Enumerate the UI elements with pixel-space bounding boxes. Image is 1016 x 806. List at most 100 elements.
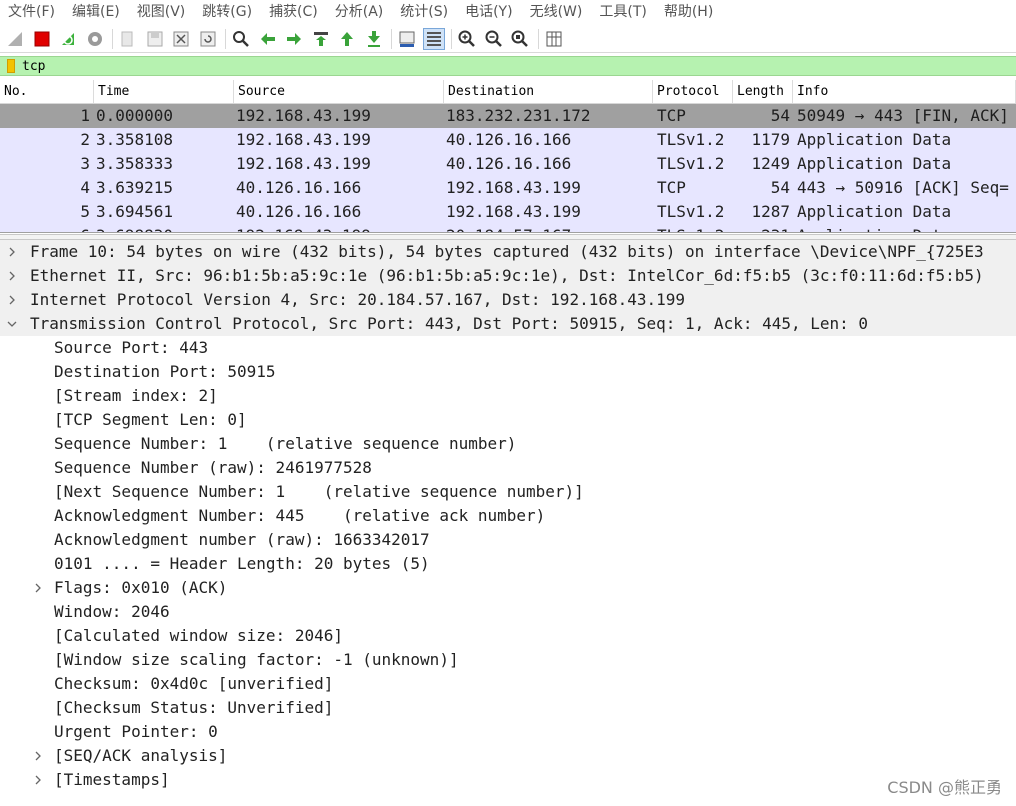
open-file-icon[interactable] <box>117 28 139 50</box>
detail-field-item[interactable]: [Window size scaling factor: -1 (unknown… <box>0 648 1016 672</box>
resize-columns-icon[interactable] <box>543 28 565 50</box>
reload-file-icon[interactable] <box>197 28 219 50</box>
packet-no-cell: 1 <box>80 106 90 125</box>
chevron-right-icon[interactable] <box>6 288 18 312</box>
detail-top-level-item[interactable]: Internet Protocol Version 4, Src: 20.184… <box>0 288 1016 312</box>
detail-text: [Window size scaling factor: -1 (unknown… <box>54 650 459 669</box>
chevron-right-icon[interactable] <box>6 240 18 264</box>
packet-row[interactable]: 4 3.639215 40.126.16.166 192.168.43.199 TCP 5… <box>0 176 1016 200</box>
restart-capture-icon[interactable] <box>57 28 79 50</box>
packet-info-cell: Application Data <box>797 224 1016 232</box>
menu-item-0[interactable]: 文件(F) <box>0 0 64 24</box>
column-header-source[interactable]: Source <box>234 80 444 103</box>
detail-text: Urgent Pointer: 0 <box>54 722 218 741</box>
packet-row[interactable]: 2 3.358108 192.168.43.199 40.126.16.166 TLSv… <box>0 128 1016 152</box>
packet-row[interactable]: 3 3.358333 192.168.43.199 40.126.16.166 TLSv… <box>0 152 1016 176</box>
detail-field-item[interactable]: Flags: 0x010 (ACK) <box>0 576 1016 600</box>
detail-field-item[interactable]: Destination Port: 50915 <box>0 360 1016 384</box>
chevron-right-icon[interactable] <box>6 264 18 288</box>
toolbar-separator <box>537 28 539 49</box>
menu-item-1[interactable]: 编辑(E) <box>64 0 129 24</box>
menu-item-7[interactable]: 电话(Y) <box>457 0 521 24</box>
go-forward-icon[interactable] <box>283 28 305 50</box>
detail-field-item[interactable]: Window: 2046 <box>0 600 1016 624</box>
detail-field-item[interactable]: [Stream index: 2] <box>0 384 1016 408</box>
packet-source-cell: 192.168.43.199 <box>236 106 371 125</box>
menu-item-5[interactable]: 分析(A) <box>327 0 393 24</box>
packet-info-cell: 50949 → 443 [FIN, ACK] <box>797 106 1009 125</box>
chevron-right-icon[interactable] <box>32 768 44 792</box>
go-to-packet-icon[interactable] <box>310 28 332 50</box>
detail-text: Destination Port: 50915 <box>54 362 276 381</box>
detail-field-item[interactable]: Sequence Number: 1 (relative sequence nu… <box>0 432 1016 456</box>
menu-item-6[interactable]: 统计(S) <box>392 0 457 24</box>
menu-item-8[interactable]: 无线(W) <box>522 0 592 24</box>
packet-info-cell: 443 → 50916 [ACK] Seq= <box>797 178 1009 197</box>
detail-field-item[interactable]: [SEQ/ACK analysis] <box>0 744 1016 768</box>
autoscroll-icon[interactable] <box>396 28 418 50</box>
detail-field-item[interactable]: Source Port: 443 <box>0 336 1016 360</box>
column-header-no[interactable]: No. <box>0 80 94 103</box>
detail-field-item[interactable]: [Checksum Status: Unverified] <box>0 696 1016 720</box>
menu-item-3[interactable]: 跳转(G) <box>194 0 261 24</box>
detail-field-item[interactable]: Urgent Pointer: 0 <box>0 720 1016 744</box>
go-back-icon[interactable] <box>257 28 279 50</box>
packet-time-cell: 0.000000 <box>96 106 174 125</box>
detail-text: [Stream index: 2] <box>54 386 218 405</box>
packet-no-cell: 5 <box>80 202 90 221</box>
zoom-out-icon[interactable] <box>483 28 505 50</box>
detail-field-item[interactable]: [Next Sequence Number: 1 (relative seque… <box>0 480 1016 504</box>
shark-fin-start-icon[interactable] <box>4 28 26 50</box>
go-first-packet-icon[interactable] <box>336 28 358 50</box>
find-packet-icon[interactable] <box>230 28 252 50</box>
watermark: CSDN @熊正勇 <box>887 778 1002 797</box>
detail-text: Sequence Number (raw): 2461977528 <box>54 458 372 477</box>
zoom-in-icon[interactable] <box>456 28 478 50</box>
detail-field-item[interactable]: [TCP Segment Len: 0] <box>0 408 1016 432</box>
colorize-icon[interactable] <box>422 27 445 50</box>
packet-no-cell: 4 <box>80 178 90 197</box>
chevron-down-icon[interactable] <box>6 312 18 336</box>
menu-item-4[interactable]: 捕获(C) <box>261 0 327 24</box>
menu-item-2[interactable]: 视图(V) <box>129 0 195 24</box>
detail-field-item[interactable]: Checksum: 0x4d0c [unverified] <box>0 672 1016 696</box>
packet-list: No. Time Source Destination Protocol Length In… <box>0 80 1016 233</box>
detail-field-item[interactable]: Acknowledgment Number: 445 (relative ack… <box>0 504 1016 528</box>
chevron-right-icon[interactable] <box>32 744 44 768</box>
packet-protocol-cell: TLSv1.2 <box>657 130 725 149</box>
go-last-packet-icon[interactable] <box>363 28 385 50</box>
menu-item-9[interactable]: 工具(T) <box>591 0 655 24</box>
column-header-protocol[interactable]: Protocol <box>653 80 733 103</box>
stop-capture-icon[interactable] <box>31 28 53 50</box>
detail-text: Internet Protocol Version 4, Src: 20.184… <box>30 290 686 309</box>
detail-top-level-item[interactable]: Ethernet II, Src: 96:b1:5b:a5:9c:1e (96:… <box>0 264 1016 288</box>
packet-info-cell: Application Data <box>797 154 952 173</box>
save-file-icon[interactable] <box>144 28 166 50</box>
chevron-right-icon[interactable] <box>32 576 44 600</box>
menu-item-10[interactable]: 帮助(H) <box>656 0 722 24</box>
column-header-length[interactable]: Length <box>733 80 793 103</box>
detail-field-item[interactable]: Sequence Number (raw): 2461977528 <box>0 456 1016 480</box>
detail-field-item[interactable]: [Timestamps] <box>0 768 1016 792</box>
packet-row[interactable]: 6 3.698830 192.168.43.199 20.184.57.167 TLSv… <box>0 224 1016 232</box>
normal-size-icon[interactable] <box>509 28 531 50</box>
column-header-info[interactable]: Info <box>793 80 1016 103</box>
detail-top-level-item[interactable]: Transmission Control Protocol, Src Port:… <box>0 312 1016 336</box>
packet-row[interactable]: 5 3.694561 40.126.16.166 192.168.43.199 TLSv… <box>0 200 1016 224</box>
detail-field-item[interactable]: Acknowledgment number (raw): 1663342017 <box>0 528 1016 552</box>
detail-top-level-item[interactable]: Frame 10: 54 bytes on wire (432 bits), 5… <box>0 240 1016 264</box>
packet-no-cell: 6 <box>0 224 90 232</box>
selected-packet-row[interactable]: 1 0.000000 192.168.43.199 183.232.231.172 TC… <box>0 104 1016 128</box>
capture-options-icon[interactable] <box>84 28 106 50</box>
packet-protocol-cell: TCP <box>657 178 686 197</box>
detail-text: Ethernet II, Src: 96:b1:5b:a5:9c:1e (96:… <box>30 266 984 285</box>
close-file-icon[interactable] <box>170 28 192 50</box>
column-header-time[interactable]: Time <box>94 80 234 103</box>
display-filter-input[interactable] <box>22 58 922 74</box>
detail-field-item[interactable]: [Calculated window size: 2046] <box>0 624 1016 648</box>
detail-field-item[interactable]: 0101 .... = Header Length: 20 bytes (5) <box>0 552 1016 576</box>
filter-bookmark-icon[interactable] <box>7 59 15 73</box>
packet-time-cell: 3.694561 <box>96 202 174 221</box>
menu-bar: 文件(F) 编辑(E) 视图(V) 跳转(G) 捕获(C) 分析(A) 统计(S) 电话(Y)… <box>0 0 1016 24</box>
column-header-destination[interactable]: Destination <box>444 80 653 103</box>
